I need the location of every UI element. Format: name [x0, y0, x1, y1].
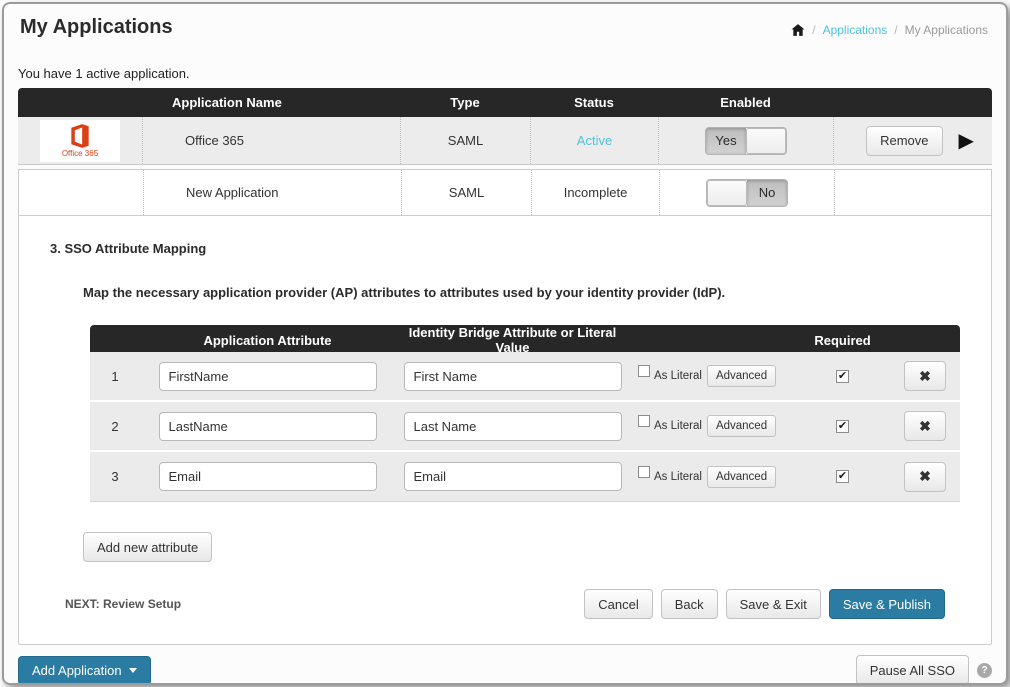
application-type: SAML	[401, 170, 531, 215]
enabled-toggle[interactable]: Yes	[705, 127, 787, 155]
enabled-toggle[interactable]: No	[706, 179, 788, 207]
attribute-row: 3 As Literal Advanced ✖	[90, 452, 960, 502]
applications-table-header: Application Name Type Status Enabled	[18, 88, 992, 117]
application-row-new-application: New Application SAML Incomplete No	[18, 169, 992, 215]
required-checkbox[interactable]	[836, 370, 849, 383]
section-heading: 3. SSO Attribute Mapping	[50, 241, 991, 256]
column-type: Type	[400, 95, 530, 110]
mapping-instruction: Map the necessary application provider (…	[83, 285, 991, 300]
home-icon[interactable]	[791, 23, 805, 37]
toggle-label: Yes	[706, 128, 746, 154]
identity-bridge-attribute-input[interactable]	[404, 412, 622, 441]
row-index: 1	[90, 369, 140, 384]
application-attribute-input[interactable]	[159, 412, 377, 441]
advanced-button[interactable]: Advanced	[707, 466, 776, 488]
remove-attribute-button[interactable]: ✖	[904, 411, 946, 441]
column-identity-bridge-attribute: Identity Bridge Attribute or Literal Val…	[395, 325, 630, 355]
advanced-button[interactable]: Advanced	[707, 415, 776, 437]
attribute-mapping-table: Application Attribute Identity Bridge At…	[90, 325, 960, 502]
back-button[interactable]: Back	[661, 589, 718, 619]
save-exit-button[interactable]: Save & Exit	[726, 589, 821, 619]
remove-button[interactable]: Remove	[866, 126, 942, 156]
add-application-label: Add Application	[32, 663, 122, 678]
application-name: New Application	[143, 170, 401, 215]
as-literal-label: As Literal	[654, 471, 702, 483]
next-step-label: NEXT: Review Setup	[65, 597, 181, 611]
column-application-name: Application Name	[142, 95, 400, 110]
application-type: SAML	[400, 117, 530, 164]
application-row-office365: Office 365 Office 365 SAML Active Yes Re…	[18, 117, 992, 165]
identity-bridge-attribute-input[interactable]	[404, 362, 622, 391]
help-icon[interactable]: ?	[977, 663, 992, 678]
application-attribute-input[interactable]	[159, 362, 377, 391]
breadcrumb-separator: /	[812, 23, 815, 37]
cancel-button[interactable]: Cancel	[584, 589, 652, 619]
panel-footer: NEXT: Review Setup Cancel Back Save & Ex…	[65, 589, 945, 619]
applications-table: Application Name Type Status Enabled Off…	[18, 88, 992, 215]
active-application-count: You have 1 active application.	[18, 66, 1006, 81]
as-literal-checkbox[interactable]	[638, 415, 650, 427]
breadcrumb-current: My Applications	[905, 23, 988, 37]
application-status: Active	[530, 117, 658, 164]
office-365-caption: Office 365	[62, 150, 98, 158]
page-header: My Applications / Applications / My Appl…	[4, 4, 1006, 39]
pause-all-sso-button[interactable]: Pause All SSO	[856, 655, 969, 685]
add-new-attribute-button[interactable]: Add new attribute	[83, 532, 212, 562]
attribute-row: 1 As Literal Advanced ✖	[90, 352, 960, 402]
toggle-knob	[707, 180, 747, 206]
as-literal-label: As Literal	[654, 420, 702, 432]
as-literal-label: As Literal	[654, 370, 702, 382]
toggle-knob	[746, 128, 786, 154]
as-literal-checkbox[interactable]	[638, 466, 650, 478]
application-name: Office 365	[142, 117, 400, 164]
add-application-button[interactable]: Add Application	[18, 656, 151, 685]
page-footer: Add Application Pause All SSO ?	[4, 645, 1006, 685]
row-index: 2	[90, 419, 140, 434]
attribute-row: 2 As Literal Advanced ✖	[90, 402, 960, 452]
as-literal-checkbox[interactable]	[638, 365, 650, 377]
advanced-button[interactable]: Advanced	[707, 365, 776, 387]
remove-attribute-button[interactable]: ✖	[904, 462, 946, 492]
identity-bridge-attribute-input[interactable]	[404, 462, 622, 491]
breadcrumb-link-applications[interactable]: Applications	[823, 23, 888, 37]
column-required: Required	[795, 333, 890, 348]
row-index: 3	[90, 469, 140, 484]
column-application-attribute: Application Attribute	[140, 333, 395, 348]
application-status: Incomplete	[531, 170, 659, 215]
sso-attribute-mapping-panel: 3. SSO Attribute Mapping Map the necessa…	[18, 215, 992, 645]
breadcrumb: / Applications / My Applications	[791, 23, 988, 37]
caret-down-icon	[129, 668, 137, 673]
office-365-logo: Office 365	[40, 120, 120, 162]
toggle-label: No	[747, 180, 787, 206]
remove-attribute-button[interactable]: ✖	[904, 361, 946, 391]
required-checkbox[interactable]	[836, 470, 849, 483]
column-enabled: Enabled	[658, 95, 833, 110]
app-window: My Applications / Applications / My Appl…	[2, 2, 1008, 685]
expand-arrow-icon[interactable]: ▶	[959, 131, 974, 151]
page-title: My Applications	[20, 16, 173, 39]
attribute-table-header: Application Attribute Identity Bridge At…	[90, 325, 960, 352]
save-publish-button[interactable]: Save & Publish	[829, 589, 945, 619]
breadcrumb-separator: /	[894, 23, 897, 37]
column-status: Status	[530, 95, 658, 110]
required-checkbox[interactable]	[836, 420, 849, 433]
application-attribute-input[interactable]	[159, 462, 377, 491]
